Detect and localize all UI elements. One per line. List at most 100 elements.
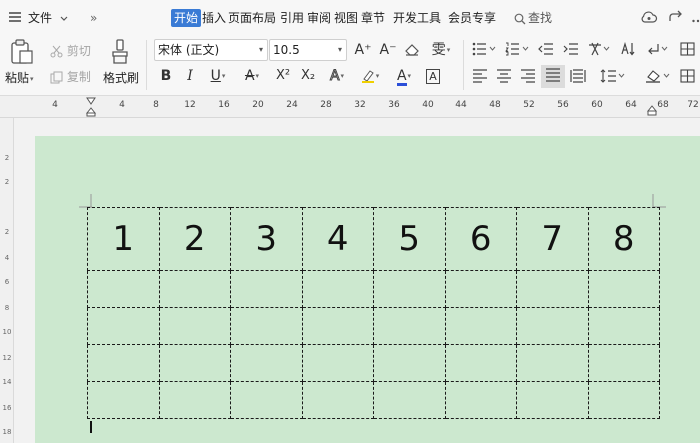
table-cell[interactable]	[516, 307, 589, 345]
search-button[interactable]: 查找	[514, 9, 552, 27]
sort-icon[interactable]	[620, 41, 636, 59]
table-cell[interactable]	[230, 344, 303, 382]
font-size-select[interactable]: 10.5 ▾	[269, 39, 347, 61]
border-icon[interactable]	[680, 42, 696, 59]
table-cell[interactable]	[516, 381, 589, 419]
table-cell[interactable]	[87, 381, 160, 419]
file-menu[interactable]: 文件	[28, 9, 69, 27]
table-cell[interactable]	[158, 307, 231, 345]
numbered-list-icon[interactable]	[505, 42, 529, 59]
vertical-ruler[interactable]: 2 2 2 4 6 8 10 12 14 16 18	[0, 118, 14, 443]
strikethrough-button[interactable]: A▾	[238, 66, 266, 86]
chinese-layout-icon[interactable]	[588, 42, 612, 59]
table-cell[interactable]	[587, 270, 660, 308]
increase-indent-icon[interactable]	[563, 42, 579, 59]
more-menus-button[interactable]: »	[90, 9, 97, 27]
table-cell[interactable]	[373, 307, 446, 345]
paste-button[interactable]: 粘贴▾	[5, 69, 34, 86]
copy-button[interactable]: 复制	[50, 68, 91, 85]
share-icon[interactable]	[668, 9, 684, 28]
highlight-button[interactable]: ▾	[356, 66, 384, 86]
underline-button[interactable]: U▾	[204, 66, 232, 86]
line-spacing-icon[interactable]	[600, 69, 626, 86]
indent-marker-icon[interactable]	[85, 97, 97, 120]
table-cell[interactable]: 4	[301, 207, 374, 271]
text-effect-button[interactable]: A▾	[323, 66, 351, 86]
table-cell[interactable]	[158, 270, 231, 308]
table-cell[interactable]	[587, 381, 660, 419]
table-cell[interactable]	[301, 307, 374, 345]
table-cell[interactable]: 5	[373, 207, 446, 271]
table-cell[interactable]	[516, 344, 589, 382]
table-cell[interactable]	[444, 381, 517, 419]
format-painter-icon[interactable]	[110, 39, 132, 68]
table-cell[interactable]	[373, 344, 446, 382]
tab-home[interactable]: 开始	[171, 9, 202, 27]
table-border-icon[interactable]	[680, 69, 696, 86]
document-table[interactable]: 1 2 3 4 5 6 7 8	[87, 207, 660, 419]
decrease-indent-icon[interactable]	[538, 42, 554, 59]
eraser-icon[interactable]	[404, 43, 420, 60]
table-cell[interactable]	[87, 307, 160, 345]
table-cell[interactable]	[230, 381, 303, 419]
justify-icon[interactable]	[541, 65, 565, 88]
document-page[interactable]: 1 2 3 4 5 6 7 8	[35, 136, 700, 443]
table-cell[interactable]	[158, 344, 231, 382]
tab-chapter[interactable]: 章节	[361, 9, 385, 27]
table-cell[interactable]	[587, 307, 660, 345]
tab-member[interactable]: 会员专享	[448, 9, 496, 27]
grow-font-button[interactable]: A⁺	[352, 40, 374, 60]
table-cell[interactable]: 8	[587, 207, 660, 271]
table-cell[interactable]	[516, 270, 589, 308]
tab-developer[interactable]: 开发工具	[393, 9, 441, 27]
table-cell[interactable]	[230, 270, 303, 308]
italic-button[interactable]: I	[180, 66, 200, 86]
bullet-list-icon[interactable]	[472, 42, 496, 59]
superscript-button[interactable]: X²	[272, 66, 294, 86]
table-cell[interactable]	[444, 344, 517, 382]
table-cell[interactable]	[301, 381, 374, 419]
shading-icon[interactable]	[645, 69, 671, 86]
character-border-button[interactable]: A	[424, 66, 442, 86]
subscript-button[interactable]: X₂	[297, 66, 319, 86]
font-name-select[interactable]: 宋体 (正文) ▾	[154, 39, 268, 61]
align-left-icon[interactable]	[472, 69, 488, 86]
font-color-button[interactable]: A▾	[390, 66, 418, 86]
shrink-font-button[interactable]: A⁻	[377, 40, 399, 60]
format-painter-button[interactable]: 格式刷	[103, 69, 139, 86]
table-cell[interactable]	[587, 344, 660, 382]
more-options-icon[interactable]	[692, 13, 700, 27]
table-cell[interactable]: 1	[87, 207, 160, 271]
horizontal-ruler[interactable]: 4 4 8 12 16 20 24 28 32 36 40 44 48 52 5…	[0, 96, 700, 118]
phonetic-guide-button[interactable]: 雯▾	[427, 40, 455, 60]
table-cell[interactable]	[87, 344, 160, 382]
table-cell[interactable]	[301, 270, 374, 308]
table-cell[interactable]	[158, 381, 231, 419]
bold-button[interactable]: B	[156, 66, 176, 86]
table-cell[interactable]: 2	[158, 207, 231, 271]
table-cell[interactable]	[444, 270, 517, 308]
table-cell[interactable]	[301, 344, 374, 382]
tab-page-layout[interactable]: 页面布局	[228, 9, 276, 27]
table-cell[interactable]: 3	[230, 207, 303, 271]
align-right-icon[interactable]	[520, 69, 536, 86]
table-cell[interactable]	[444, 307, 517, 345]
table-cell[interactable]: 7	[516, 207, 589, 271]
right-indent-marker-icon[interactable]	[646, 105, 658, 120]
table-cell[interactable]	[373, 270, 446, 308]
table-cell[interactable]	[87, 270, 160, 308]
table-cell[interactable]	[373, 381, 446, 419]
hamburger-menu-icon[interactable]	[8, 10, 22, 27]
paste-icon[interactable]	[10, 39, 34, 68]
tab-view[interactable]: 视图	[334, 9, 358, 27]
table-cell[interactable]	[230, 307, 303, 345]
table-cell[interactable]: 6	[444, 207, 517, 271]
cloud-sync-icon[interactable]	[640, 9, 658, 28]
paragraph-mark-icon[interactable]	[646, 42, 670, 59]
tab-insert[interactable]: 插入	[202, 9, 226, 27]
align-center-icon[interactable]	[496, 69, 512, 86]
tab-review[interactable]: 审阅	[307, 9, 331, 27]
tab-references[interactable]: 引用	[280, 9, 304, 27]
cut-button[interactable]: 剪切	[50, 42, 91, 59]
distributed-align-icon[interactable]	[570, 69, 586, 86]
